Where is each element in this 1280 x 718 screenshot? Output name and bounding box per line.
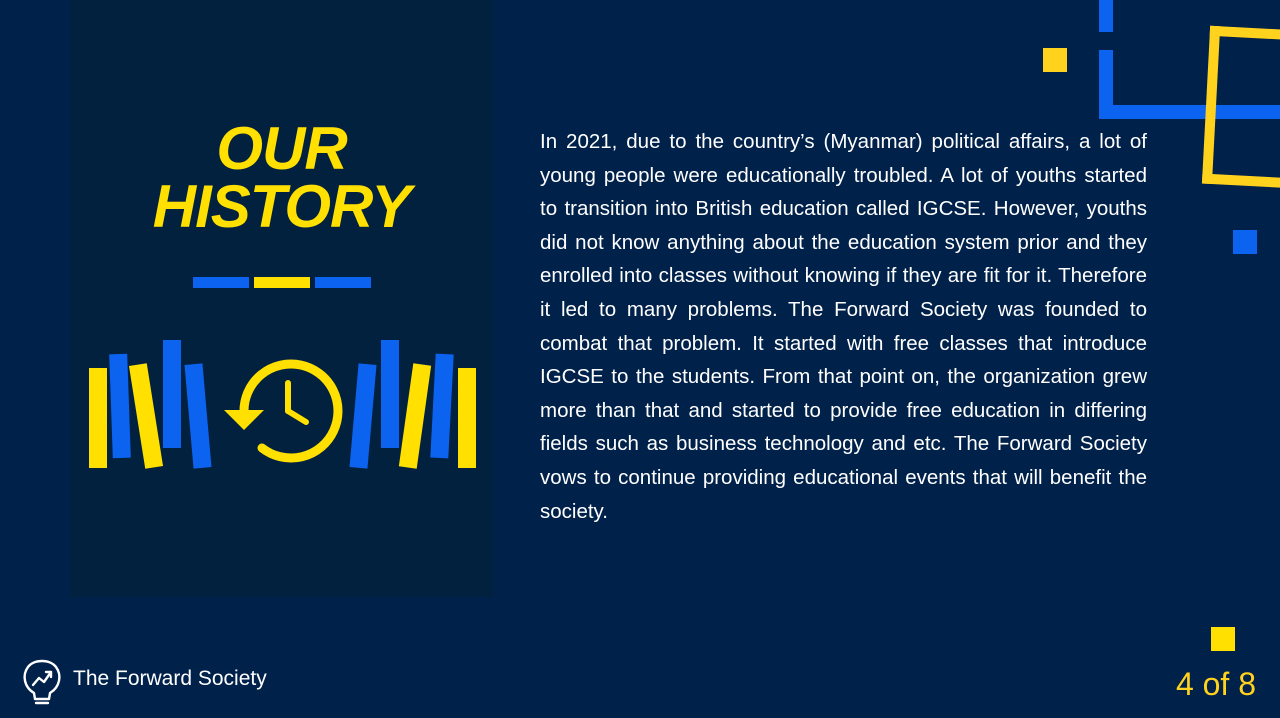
deco-square-yellow-top bbox=[1043, 48, 1067, 72]
book-spines-left-icon bbox=[89, 340, 212, 469]
slide: OUR HISTORY In 2021, due to the country’… bbox=[0, 0, 1280, 718]
deco-blue-frame-vertical bbox=[1099, 0, 1113, 32]
history-clock-icon bbox=[224, 359, 343, 463]
title-line-2: HISTORY bbox=[152, 173, 412, 240]
title-panel: OUR HISTORY bbox=[70, 0, 493, 597]
page-indicator: 4 of 8 bbox=[1175, 666, 1256, 702]
history-body-text: In 2021, due to the country’s (Myanmar) … bbox=[540, 130, 1147, 523]
book-spines-right-icon bbox=[349, 340, 476, 469]
deco-blue-frame-vertical-lower bbox=[1099, 50, 1113, 107]
organization-name: The Forward Society bbox=[73, 667, 267, 690]
title-line-1: OUR bbox=[216, 115, 347, 182]
title-underline-blue-left bbox=[193, 277, 249, 288]
history-illustration bbox=[89, 340, 476, 469]
deco-square-blue-right bbox=[1233, 230, 1257, 254]
title-underline-blue-right bbox=[315, 277, 371, 288]
title-underline-yellow bbox=[254, 277, 310, 288]
deco-square-yellow-bottom bbox=[1211, 627, 1235, 651]
lightbulb-growth-icon bbox=[23, 659, 61, 705]
deco-yellow-frame bbox=[1201, 25, 1280, 189]
slide-title: OUR HISTORY bbox=[70, 115, 493, 240]
